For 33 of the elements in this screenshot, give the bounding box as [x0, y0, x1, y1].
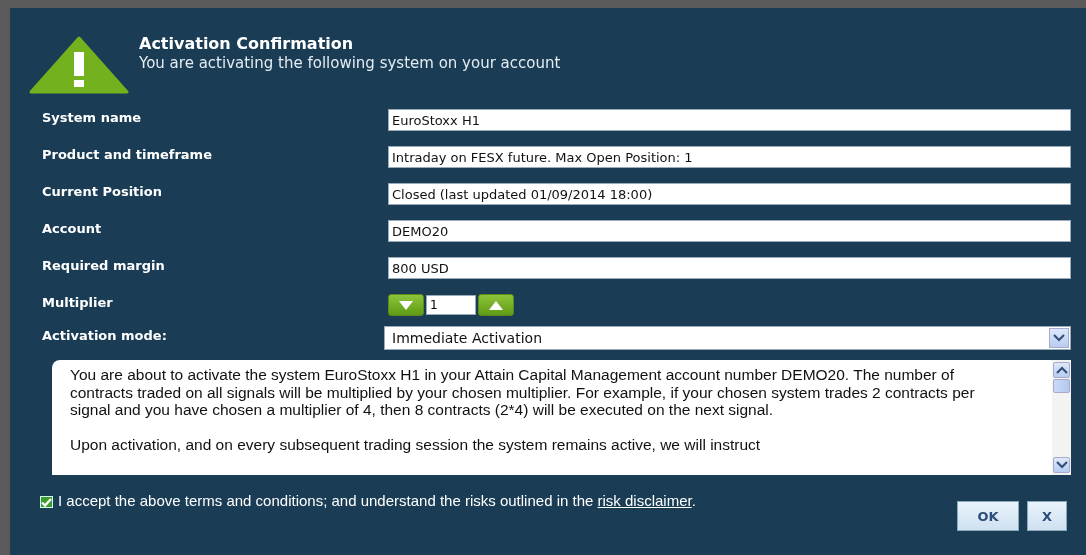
input-field[interactable]: DEMO20 [388, 220, 1071, 242]
field-label: Activation mode: [42, 327, 168, 343]
dialog-subtitle: You are activating the following system on your account [139, 54, 561, 72]
field-label: Required margin [42, 257, 166, 273]
risk-disclaimer-link[interactable]: risk disclaimer [597, 492, 692, 509]
chevron-down-icon [1049, 328, 1069, 348]
triangle-up-icon [489, 300, 503, 310]
field-label: Multiplier [42, 294, 114, 310]
field-label: System name [42, 109, 143, 125]
scroll-up-icon [1053, 362, 1070, 378]
terms-paragraph: You are about to activate the system EuroStoxx H1 in your Attain Capital Management account number DEMO20. The number of contracts traded on all signals will be multiplied by your chosen multiplier. For example, if your chosen system trades 2 contracts per signal and you have chosen a multiplier of 4, then 8 contracts (2*4) will be executed on the next signal. [70, 366, 976, 419]
field-label: Current Position [42, 183, 163, 199]
ok-button[interactable]: OK [957, 501, 1019, 531]
warning-icon [29, 36, 129, 94]
accept-terms-text: I accept the above terms and conditions; and understand the risks outlined in the risk disclaimer. [58, 493, 697, 509]
accept-checkbox[interactable] [40, 496, 53, 508]
input-field[interactable]: 800 USD [388, 257, 1071, 279]
close-button[interactable]: X [1027, 501, 1067, 531]
dialog-title: Activation Confirmation [139, 34, 355, 53]
input-field[interactable]: EuroStoxx H1 [388, 109, 1071, 131]
scroll-thumb[interactable] [1053, 379, 1070, 393]
field-label: Product and timeframe [42, 146, 213, 162]
input-field[interactable]: Closed (last updated 01/09/2014 18:00) [388, 183, 1071, 205]
increase-button[interactable] [478, 294, 514, 316]
decrease-button[interactable] [388, 294, 424, 316]
field-label: Account [42, 220, 103, 236]
triangle-down-icon [399, 300, 413, 310]
scrollbar[interactable] [1052, 360, 1071, 475]
terms-paragraph: Upon activation, and on every subsequent trading session the system remains active, we will instruct [70, 435, 762, 453]
multiplier-input[interactable]: 1 [426, 295, 476, 315]
scroll-down-icon [1053, 457, 1070, 473]
input-field[interactable]: Intraday on FESX future. Max Open Position: 1 [388, 146, 1071, 168]
activation-mode-dropdown[interactable]: Immediate Activation [384, 326, 1071, 350]
